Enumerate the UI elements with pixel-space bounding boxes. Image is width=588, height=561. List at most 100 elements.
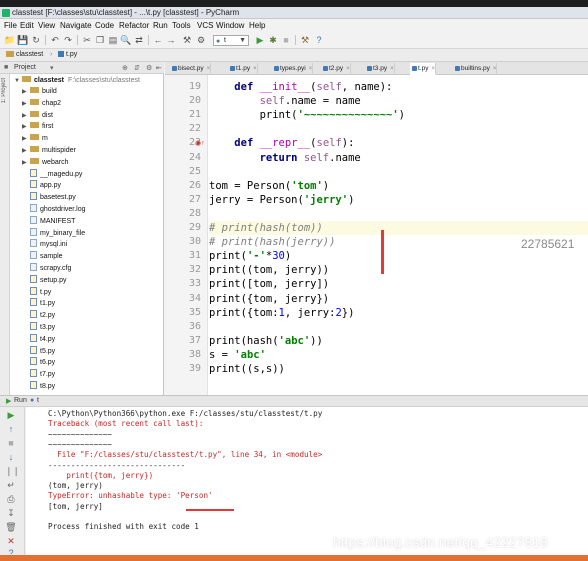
override-marker-icon[interactable]: ◉↑: [195, 139, 205, 147]
tree-item[interactable]: setup.py: [30, 274, 66, 286]
project-tool-tab[interactable]: 1: Project: [1, 78, 9, 103]
sync-icon[interactable]: ↻: [30, 34, 42, 46]
close-tab-icon[interactable]: ×: [207, 66, 211, 72]
close-tab-icon[interactable]: ×: [493, 66, 497, 72]
tree-item[interactable]: sample: [30, 251, 63, 262]
tree-item[interactable]: t3.py: [30, 322, 55, 333]
tree-root[interactable]: ▼ classtest F:\classes\stu\classtest: [14, 75, 140, 86]
tree-item[interactable]: t2.py: [30, 310, 55, 321]
editor-tab[interactable]: types.pyi ×: [272, 63, 314, 75]
tree-item[interactable]: ▶ first: [22, 121, 53, 132]
tree-item[interactable]: MANIFEST: [30, 215, 76, 227]
menu-run[interactable]: Run: [153, 21, 168, 30]
close-tab-icon[interactable]: ×: [431, 66, 435, 72]
make-icon[interactable]: ⚙: [195, 34, 207, 46]
menu-tools[interactable]: Tools: [172, 21, 191, 30]
tree-item[interactable]: ▶ build: [22, 86, 57, 97]
menu-edit[interactable]: Edit: [20, 21, 34, 30]
menu-help[interactable]: Help: [249, 21, 265, 30]
tree-item[interactable]: basetest.py: [30, 192, 76, 203]
cut-icon[interactable]: ✂: [81, 34, 93, 46]
tree-item[interactable]: t6.py: [30, 357, 55, 368]
scroll-end-icon[interactable]: ↧: [5, 507, 17, 519]
tree-item[interactable]: ghostdriver.log: [30, 204, 86, 215]
run-tab-label[interactable]: Run: [14, 397, 27, 404]
close-tab-icon[interactable]: ×: [309, 66, 313, 72]
tree-item[interactable]: scrapy.cfg: [30, 263, 71, 274]
gear-icon[interactable]: ⚙: [146, 64, 152, 72]
down-arrow-icon[interactable]: ↓: [5, 451, 17, 463]
save-all-icon[interactable]: 💾: [17, 34, 29, 46]
run-console[interactable]: C:\Python\Python366\python.exe F:/classe…: [26, 407, 588, 555]
editor-tab[interactable]: t.py ×: [410, 63, 436, 75]
menu-navigate[interactable]: Navigate: [60, 21, 92, 30]
tree-item-label: MANIFEST: [40, 217, 76, 225]
rerun-icon[interactable]: ▶: [5, 409, 17, 421]
menu-vcs[interactable]: VCS: [197, 21, 213, 30]
back-icon[interactable]: ←: [152, 34, 164, 46]
hide-icon[interactable]: ⇤: [156, 64, 162, 72]
menu-code[interactable]: Code: [95, 21, 114, 30]
close-tab-icon[interactable]: ×: [390, 66, 394, 72]
tree-item[interactable]: ▶ chap2: [22, 98, 61, 109]
paste-icon[interactable]: ▤: [107, 34, 119, 46]
tree-item[interactable]: mysql.ini: [30, 239, 67, 250]
breadcrumb-project[interactable]: classtest: [6, 51, 43, 58]
forward-icon[interactable]: →: [165, 34, 177, 46]
menu-view[interactable]: View: [38, 21, 55, 30]
stop-icon[interactable]: ■: [5, 437, 17, 449]
editor-tab[interactable]: builtins.py ×: [453, 63, 498, 75]
tree-item[interactable]: ▶ multispider: [22, 145, 76, 156]
debug-icon[interactable]: ✱: [267, 34, 279, 46]
tree-item[interactable]: t1.py: [30, 298, 55, 309]
up-arrow-icon[interactable]: ↑: [5, 423, 17, 435]
find-icon[interactable]: 🔍: [120, 34, 132, 46]
tree-item[interactable]: t4.py: [30, 333, 55, 345]
tree-item[interactable]: app.py: [30, 180, 61, 191]
pause-icon[interactable]: ❙❙: [5, 465, 20, 477]
sync-scroll-icon[interactable]: ⊕: [122, 64, 128, 72]
tree-item[interactable]: my_binary_file: [30, 227, 85, 239]
close-tab-icon[interactable]: ×: [346, 66, 350, 72]
collapse-icon[interactable]: ⇵: [134, 64, 140, 72]
replace-icon[interactable]: ⇄: [133, 34, 145, 46]
code-area[interactable]: def __init__(self, name): self.name = na…: [209, 75, 588, 395]
tree-item[interactable]: ▶ m: [22, 133, 48, 144]
run-config-name[interactable]: t: [37, 397, 39, 404]
menu-file[interactable]: File: [4, 21, 17, 30]
help-icon[interactable]: ?: [5, 547, 17, 555]
redo-icon[interactable]: ↷: [62, 34, 74, 46]
project-view-select[interactable]: Project: [14, 64, 36, 71]
tree-item[interactable]: t5.py: [30, 345, 55, 357]
print-icon[interactable]: ⎙: [5, 493, 17, 505]
editor-tab[interactable]: t2.py ×: [321, 63, 351, 75]
editor-tab[interactable]: t1.py ×: [228, 63, 258, 75]
code-line: print(hash('abc')): [209, 334, 588, 348]
tree-item[interactable]: __magedu.py: [30, 168, 82, 180]
run-config-select[interactable]: ● t ▼: [213, 35, 249, 46]
editor-tab[interactable]: t3.py ×: [365, 63, 395, 75]
settings-icon[interactable]: ⚒: [299, 34, 311, 46]
run-icon[interactable]: ▶: [254, 34, 266, 46]
tree-item[interactable]: ▶ webarch: [22, 157, 68, 168]
copy-icon[interactable]: ❐: [94, 34, 106, 46]
chevron-down-icon[interactable]: ▾: [50, 64, 54, 72]
close-icon[interactable]: ✕: [5, 535, 17, 547]
stop-icon[interactable]: ■: [280, 34, 292, 46]
menu-window[interactable]: Window: [216, 21, 244, 30]
menu-refactor[interactable]: Refactor: [119, 21, 149, 30]
tree-item[interactable]: t8.py: [30, 381, 55, 392]
open-folder-icon[interactable]: 📁: [4, 34, 16, 46]
breadcrumb-file[interactable]: t.py: [58, 51, 77, 58]
close-tab-icon[interactable]: ×: [253, 66, 257, 72]
build-icon[interactable]: ⚒: [181, 34, 193, 46]
help-icon[interactable]: ?: [313, 34, 325, 46]
tree-item[interactable]: t.py: [30, 286, 51, 298]
clear-icon[interactable]: 🗑: [5, 521, 17, 533]
tree-item[interactable]: t7.py: [30, 369, 55, 380]
tree-item[interactable]: ▶ dist: [22, 110, 53, 121]
editor-tab[interactable]: bisect.py ×: [170, 63, 212, 75]
undo-icon[interactable]: ↶: [49, 34, 61, 46]
desktop-top-strip: [0, 0, 588, 7]
soft-wrap-icon[interactable]: ↵: [5, 479, 17, 491]
